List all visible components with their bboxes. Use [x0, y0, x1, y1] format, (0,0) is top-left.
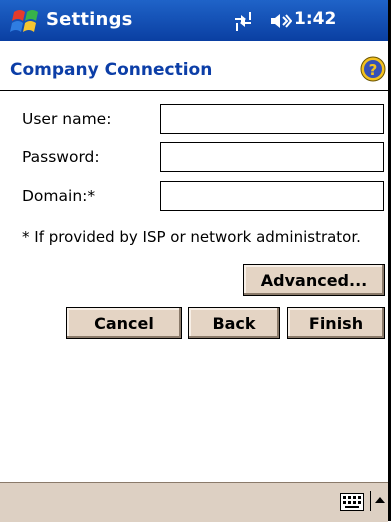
finish-button[interactable]: Finish: [287, 307, 385, 339]
help-icon[interactable]: ?: [360, 56, 386, 82]
screen: Settings 1:42 Company Connection ? User …: [0, 0, 391, 522]
title-bar: Settings 1:42: [0, 0, 388, 41]
password-label: Password:: [22, 148, 100, 166]
connectivity-icon[interactable]: [232, 10, 254, 32]
password-field[interactable]: [160, 142, 384, 172]
svg-text:?: ?: [369, 61, 378, 79]
header-divider: [0, 90, 388, 91]
sip-arrow-up-icon[interactable]: [370, 491, 386, 511]
back-button[interactable]: Back: [188, 307, 280, 339]
volume-icon[interactable]: [270, 11, 292, 31]
domain-note: * If provided by ISP or network administ…: [22, 228, 361, 246]
clock[interactable]: 1:42: [294, 9, 336, 29]
username-field[interactable]: [160, 104, 384, 134]
keyboard-icon[interactable]: [340, 493, 364, 511]
advanced-button[interactable]: Advanced...: [243, 264, 385, 296]
bottom-command-bar: [0, 482, 388, 522]
start-flag-icon[interactable]: [10, 6, 42, 36]
page-title: Company Connection: [10, 60, 213, 80]
username-label: User name:: [22, 110, 112, 128]
cancel-button[interactable]: Cancel: [66, 307, 182, 339]
app-title: Settings: [46, 9, 133, 30]
domain-field[interactable]: [160, 181, 384, 211]
domain-label: Domain:*: [22, 187, 96, 205]
